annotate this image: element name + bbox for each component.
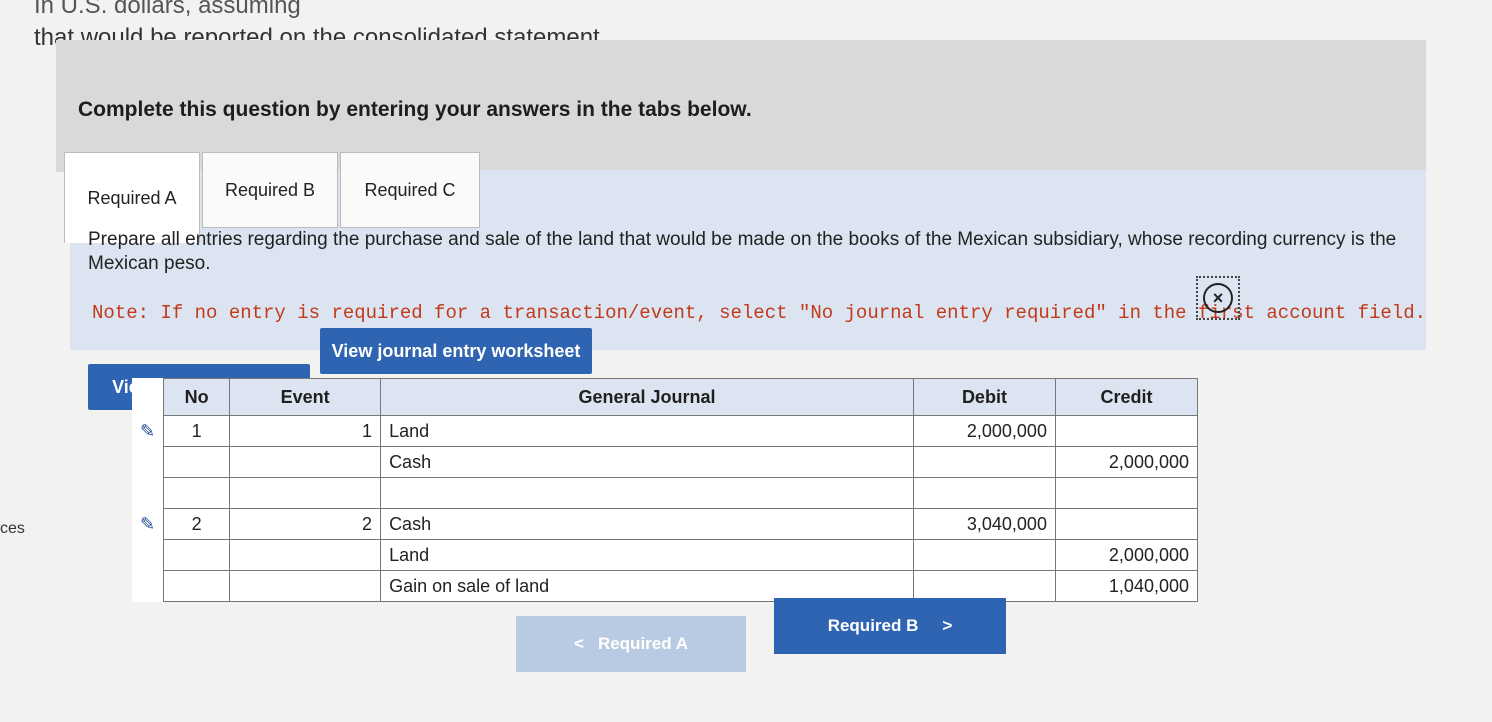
row-debit[interactable] bbox=[912, 570, 1056, 602]
row-account[interactable]: Gain on sale of land bbox=[380, 570, 914, 602]
row-credit[interactable] bbox=[1054, 477, 1199, 509]
edit-pencil-icon[interactable]: ✎ bbox=[132, 509, 164, 540]
table-row: Gain on sale of land 1,040,000 bbox=[132, 570, 1199, 602]
instruction-label: Complete this question by entering your … bbox=[78, 98, 752, 121]
row-event bbox=[229, 446, 382, 478]
row-account[interactable] bbox=[380, 477, 914, 509]
row-no bbox=[163, 539, 231, 571]
row-debit[interactable] bbox=[912, 477, 1056, 509]
edit-column-header bbox=[132, 379, 164, 416]
next-button-label: Required B bbox=[827, 616, 919, 635]
tab-required-c[interactable]: Required C bbox=[340, 152, 480, 228]
close-button[interactable]: × bbox=[1196, 276, 1240, 320]
row-no bbox=[163, 446, 231, 478]
row-credit[interactable] bbox=[1054, 415, 1199, 447]
prompt-text: Prepare all entries regarding the purcha… bbox=[88, 229, 1397, 274]
row-credit[interactable]: 1,040,000 bbox=[1054, 570, 1199, 602]
row-event: 2 bbox=[229, 508, 382, 540]
row-credit[interactable]: 2,000,000 bbox=[1054, 446, 1199, 478]
row-no bbox=[163, 477, 231, 509]
tab-required-b[interactable]: Required B bbox=[202, 152, 338, 228]
chevron-right-icon: > bbox=[942, 616, 953, 635]
row-event: 1 bbox=[229, 415, 382, 447]
journal-header-row: No Event General Journal Debit Credit bbox=[132, 378, 1199, 416]
journal-table: No Event General Journal Debit Credit ✎ … bbox=[132, 378, 1199, 602]
header-line-1: In U.S. dollars, assuming bbox=[34, 0, 301, 19]
row-no bbox=[163, 570, 231, 602]
close-icon: × bbox=[1203, 283, 1233, 313]
row-account[interactable]: Cash bbox=[380, 508, 914, 540]
row-account[interactable]: Land bbox=[380, 539, 914, 571]
prev-button-label: Required A bbox=[597, 634, 688, 653]
column-header-general-journal: General Journal bbox=[380, 378, 914, 416]
edit-pencil-icon[interactable]: ✎ bbox=[132, 416, 164, 447]
column-header-no: No bbox=[163, 378, 231, 416]
row-credit[interactable]: 2,000,000 bbox=[1054, 539, 1199, 571]
column-header-event: Event bbox=[229, 378, 382, 416]
view-journal-worksheet-button[interactable]: View journal entry worksheet bbox=[320, 328, 592, 374]
prev-required-a-button[interactable]: < Required A bbox=[516, 616, 746, 672]
chevron-left-icon: < bbox=[574, 634, 584, 653]
row-debit[interactable] bbox=[912, 446, 1056, 478]
side-text: ces bbox=[0, 520, 25, 537]
row-account[interactable]: Land bbox=[380, 415, 914, 447]
row-debit[interactable]: 2,000,000 bbox=[912, 415, 1056, 447]
table-row: ✎ 1 1 Land 2,000,000 bbox=[132, 415, 1199, 447]
edit-cell-empty bbox=[132, 571, 164, 602]
row-event bbox=[229, 477, 382, 509]
table-row: Cash 2,000,000 bbox=[132, 446, 1199, 478]
table-row: Land 2,000,000 bbox=[132, 539, 1199, 571]
table-row: ✎ 2 2 Cash 3,040,000 bbox=[132, 508, 1199, 540]
row-debit[interactable] bbox=[912, 539, 1056, 571]
edit-cell-empty bbox=[132, 447, 164, 478]
row-event bbox=[229, 570, 382, 602]
column-header-credit: Credit bbox=[1054, 378, 1199, 416]
edit-cell-empty bbox=[132, 540, 164, 571]
row-debit[interactable]: 3,040,000 bbox=[912, 508, 1056, 540]
row-no: 2 bbox=[163, 508, 231, 540]
column-header-debit: Debit bbox=[912, 378, 1056, 416]
row-account[interactable]: Cash bbox=[380, 446, 914, 478]
table-row bbox=[132, 477, 1199, 509]
edit-cell-empty bbox=[132, 478, 164, 509]
next-required-b-button[interactable]: Required B > bbox=[774, 598, 1006, 654]
row-no: 1 bbox=[163, 415, 231, 447]
row-event bbox=[229, 539, 382, 571]
row-credit[interactable] bbox=[1054, 508, 1199, 540]
